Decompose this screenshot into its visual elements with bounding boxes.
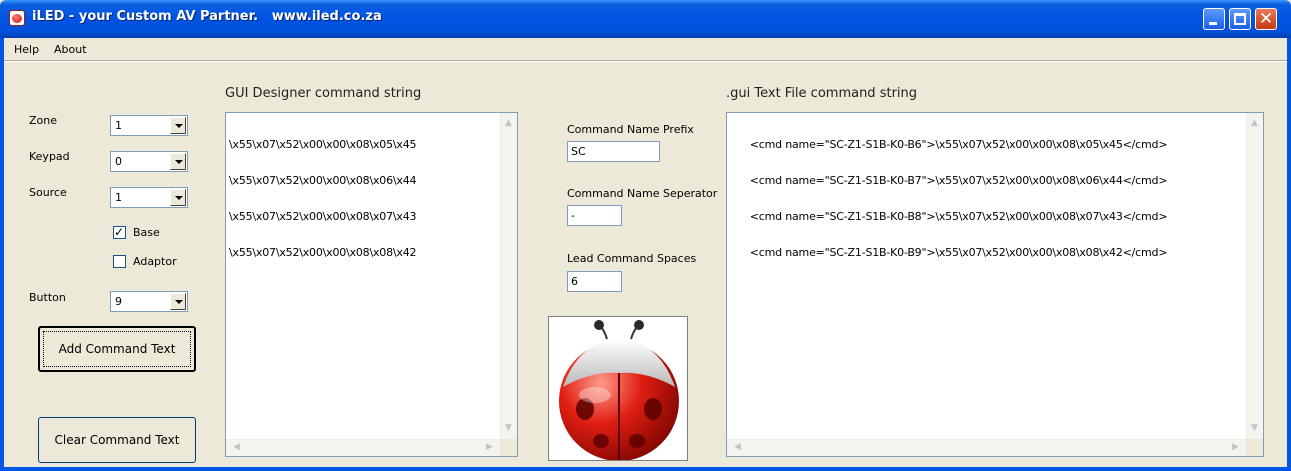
source-combo[interactable]: 1 [110, 187, 188, 208]
scroll-left-icon[interactable]: ◀ [228, 439, 245, 456]
horizontal-scrollbar[interactable]: ◀ ▶ [727, 439, 1246, 456]
button-value: 9 [115, 295, 122, 308]
keypad-label: Keypad [29, 150, 70, 163]
keypad-value: 0 [115, 155, 122, 168]
horizontal-scrollbar[interactable]: ◀ ▶ [226, 439, 500, 456]
menu-help[interactable]: Help [14, 43, 39, 56]
gui-line: \x55\x07\x52\x00\x00\x08\x08\x42 [229, 246, 417, 259]
ladybug-app-icon[interactable] [9, 10, 25, 26]
ladybug-logo-icon [559, 320, 679, 460]
keypad-combo[interactable]: 0 [110, 151, 188, 172]
minimize-icon [1209, 22, 1217, 25]
scroll-right-icon[interactable]: ▶ [481, 439, 498, 456]
button-combo[interactable]: 9 [110, 291, 188, 312]
gui-text-file-title: .gui Text File command string [726, 86, 918, 101]
source-label: Source [29, 186, 67, 199]
gui-designer-lines: \x55\x07\x52\x00\x00\x08\x05\x45 \x55\x0… [229, 115, 417, 283]
window-frame-bottom [0, 467, 1291, 471]
add-command-text-label: Add Command Text [58, 342, 176, 356]
cmd-line: <cmd name="SC-Z1-S1B-K0-B7">\x55\x07\x52… [730, 174, 1168, 187]
adaptor-checkbox-label: Adaptor [133, 255, 177, 268]
maximize-button[interactable] [1229, 8, 1251, 30]
gui-designer-title: GUI Designer command string [225, 86, 422, 101]
prefix-input[interactable]: SC [567, 141, 660, 162]
ladybug-logo-frame [548, 316, 688, 461]
clear-command-text-label: Clear Command Text [54, 433, 180, 447]
checkmark-icon: ✓ [114, 225, 125, 239]
cmd-line: <cmd name="SC-Z1-S1B-K0-B9">\x55\x07\x52… [730, 246, 1168, 259]
gui-designer-textarea[interactable]: \x55\x07\x52\x00\x00\x08\x05\x45 \x55\x0… [225, 112, 518, 457]
base-checkbox[interactable]: ✓ [113, 225, 126, 239]
menu-bar: Help About [4, 38, 1287, 60]
separator-label: Command Name Seperator [567, 187, 718, 200]
close-icon: ✕ [1258, 9, 1274, 29]
gui-text-file-lines: <cmd name="SC-Z1-S1B-K0-B6">\x55\x07\x52… [730, 115, 1168, 283]
menu-about[interactable]: About [54, 43, 87, 56]
scroll-down-icon[interactable]: ▼ [1246, 420, 1263, 437]
chevron-down-icon[interactable] [170, 189, 186, 206]
clear-command-text-button[interactable]: Clear Command Text [38, 417, 196, 463]
scroll-right-icon[interactable]: ▶ [1227, 439, 1244, 456]
lead-spaces-input[interactable]: 6 [567, 271, 622, 292]
lead-spaces-value: 6 [571, 275, 578, 288]
window-frame-left [0, 38, 4, 471]
scroll-left-icon[interactable]: ◀ [729, 439, 746, 456]
zone-combo[interactable]: 1 [110, 115, 188, 136]
button-label: Button [29, 291, 66, 304]
add-command-text-button[interactable]: Add Command Text [38, 326, 196, 372]
title-bar[interactable]: iLED - your Custom AV Partner. www.iled.… [0, 0, 1291, 38]
scroll-up-icon[interactable]: ▲ [500, 115, 517, 132]
separator-value: - [571, 209, 575, 222]
scroll-up-icon[interactable]: ▲ [1246, 115, 1263, 132]
scroll-down-icon[interactable]: ▼ [500, 420, 517, 437]
gui-line: \x55\x07\x52\x00\x00\x08\x07\x43 [229, 210, 417, 223]
zone-value: 1 [115, 119, 122, 132]
menu-separator [4, 60, 1287, 62]
source-value: 1 [115, 191, 122, 204]
prefix-value: SC [571, 145, 586, 158]
gui-line: \x55\x07\x52\x00\x00\x08\x05\x45 [229, 138, 417, 151]
chevron-down-icon[interactable] [170, 117, 186, 134]
gui-line: \x55\x07\x52\x00\x00\x08\x06\x44 [229, 174, 417, 187]
chevron-down-icon[interactable] [170, 293, 186, 310]
cmd-line: <cmd name="SC-Z1-S1B-K0-B6">\x55\x07\x52… [730, 138, 1168, 151]
window-frame-right [1287, 38, 1291, 471]
adaptor-checkbox[interactable] [113, 255, 126, 268]
vertical-scrollbar[interactable]: ▲ ▼ [1246, 113, 1263, 439]
lead-spaces-label: Lead Command Spaces [567, 252, 697, 265]
chevron-down-icon[interactable] [170, 153, 186, 170]
separator-input[interactable]: - [567, 205, 622, 226]
scroll-corner [500, 439, 517, 456]
window-title: iLED - your Custom AV Partner. www.iled.… [32, 9, 382, 24]
minimize-button[interactable] [1203, 8, 1225, 30]
gui-text-file-textarea[interactable]: <cmd name="SC-Z1-S1B-K0-B6">\x55\x07\x52… [726, 112, 1264, 457]
vertical-scrollbar[interactable]: ▲ ▼ [500, 113, 517, 439]
zone-label: Zone [29, 114, 58, 127]
cmd-line: <cmd name="SC-Z1-S1B-K0-B8">\x55\x07\x52… [730, 210, 1168, 223]
scroll-corner [1246, 439, 1263, 456]
close-button[interactable]: ✕ [1255, 8, 1277, 30]
prefix-label: Command Name Prefix [567, 123, 694, 136]
base-checkbox-label: Base [133, 226, 160, 239]
maximize-icon [1234, 13, 1246, 25]
